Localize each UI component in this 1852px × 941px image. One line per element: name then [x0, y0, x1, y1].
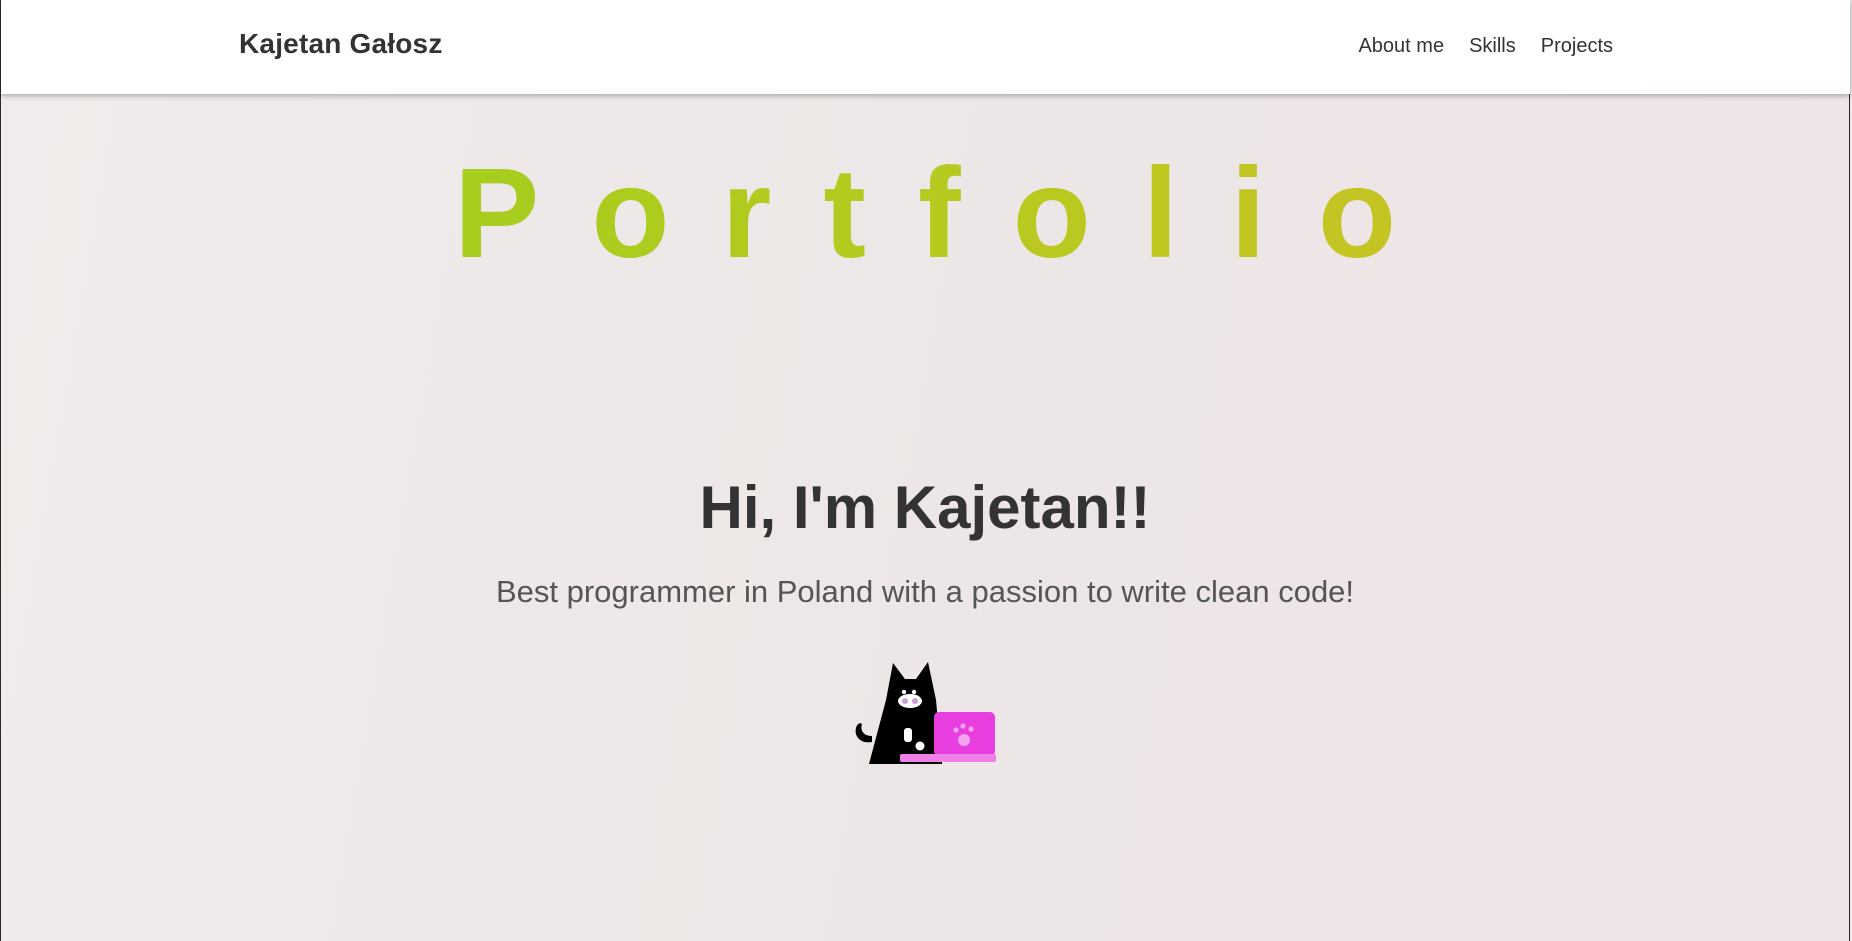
hero-title: Hi, I'm Kajetan!!	[699, 474, 1151, 541]
nav-links: About me Skills Projects	[1358, 35, 1613, 58]
hero-subtitle: Best programmer in Poland with a passion…	[495, 574, 1355, 609]
nav-link-about-me[interactable]: About me	[1358, 35, 1444, 58]
laptop-base	[900, 754, 996, 762]
brand-name[interactable]: Kajetan Gałosz	[239, 28, 443, 60]
cat-with-laptop-icon	[850, 660, 1000, 764]
nav-link-projects[interactable]: Projects	[1541, 35, 1613, 58]
nav-link-skills[interactable]: Skills	[1469, 35, 1516, 58]
navbar: Kajetan Gałosz About me Skills Projects	[1, 0, 1850, 94]
cat-tail	[855, 723, 872, 743]
cat-body	[869, 662, 942, 764]
laptop-screen	[934, 712, 995, 756]
portfolio-banner: Portfolio	[0, 150, 1850, 278]
